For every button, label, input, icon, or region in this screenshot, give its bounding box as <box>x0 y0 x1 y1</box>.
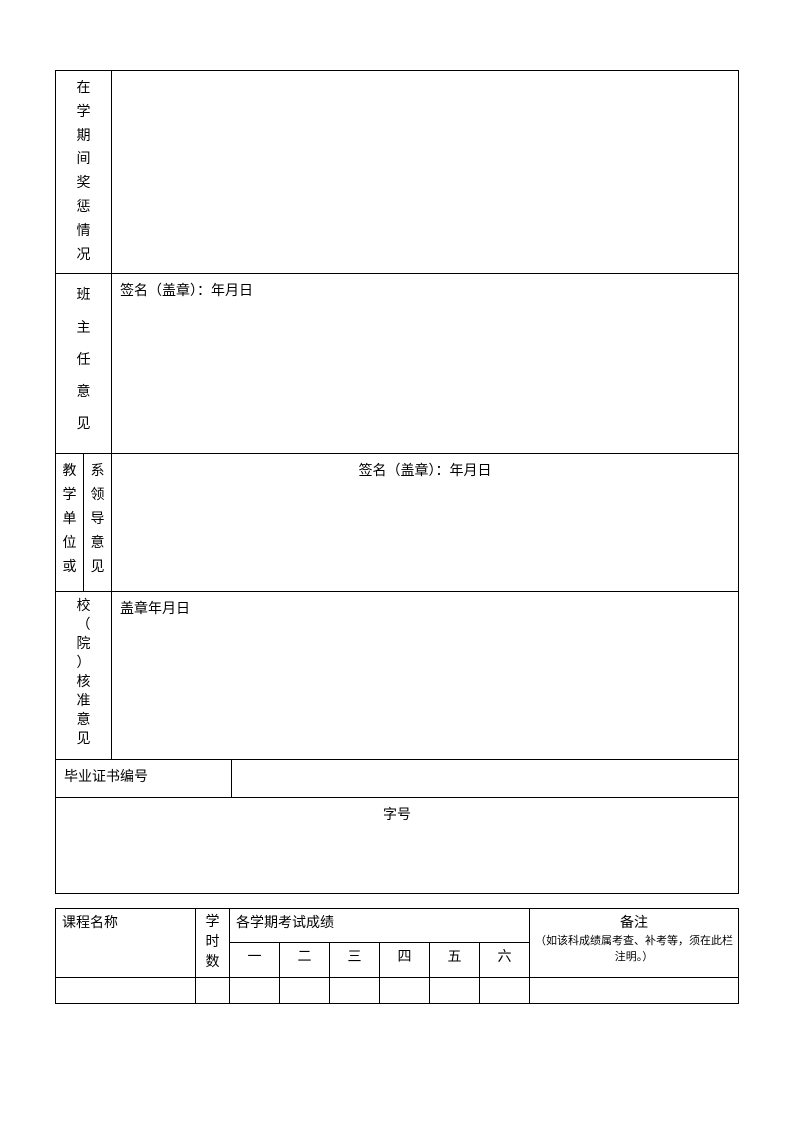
teaching-unit-label-left: 教 学 单 位 或 <box>63 460 77 579</box>
diploma-no-value <box>232 760 739 798</box>
table-row <box>56 977 739 1003</box>
diploma-no-row: 毕业证书编号 <box>56 760 739 798</box>
class-teacher-content: 签名（盖章）：年月日 <box>112 274 739 454</box>
diploma-no-label: 毕业证书编号 <box>56 760 232 798</box>
term-2: 二 <box>280 943 330 977</box>
course-name-header: 课程名称 <box>56 909 196 977</box>
class-teacher-label: 班 主 任 意 见 <box>77 280 91 441</box>
teaching-unit-content: 签名（盖章）：年月日 <box>112 454 739 592</box>
term-5: 五 <box>430 943 480 977</box>
school-approval-content: 盖章年月日 <box>112 592 739 760</box>
rewards-punishments-label: 在 学 期 间 奖 惩 情 况 <box>77 77 91 267</box>
class-teacher-row: 班 主 任 意 见 签名（盖章）：年月日 <box>56 274 739 454</box>
zihao-row: 字号 <box>56 798 739 894</box>
remarks-header: 备注 （如该科成绩属考查、补考等，须在此栏注明。） <box>530 909 739 977</box>
grades-header-row-1: 课程名称 学 时 数 各学期考试成绩 备注 （如该科成绩属考查、补考等，须在此栏… <box>56 909 739 943</box>
opinions-table: 在 学 期 间 奖 惩 情 况 班 主 任 意 见 签名（盖章）：年月日 <box>55 70 739 894</box>
teaching-unit-row: 教 学 单 位 或 系 领 导 意 见 签名（盖章）：年月日 <box>56 454 739 592</box>
grades-table: 课程名称 学 时 数 各学期考试成绩 备注 （如该科成绩属考查、补考等，须在此栏… <box>55 908 739 1003</box>
school-approval-label: 校 （ 院 ） 核 准 意 见 <box>77 598 91 749</box>
hours-header: 学 时 数 <box>196 909 230 977</box>
term-1: 一 <box>230 943 280 977</box>
term-6: 六 <box>480 943 530 977</box>
rewards-punishments-row: 在 学 期 间 奖 惩 情 况 <box>56 71 739 274</box>
term-3: 三 <box>330 943 380 977</box>
school-approval-row: 校 （ 院 ） 核 准 意 见 盖章年月日 <box>56 592 739 760</box>
rewards-punishments-content <box>112 71 739 274</box>
zihao-cell: 字号 <box>56 798 739 894</box>
scores-header: 各学期考试成绩 <box>230 909 530 943</box>
teaching-unit-label-right: 系 领 导 意 见 <box>91 460 105 579</box>
term-4: 四 <box>380 943 430 977</box>
